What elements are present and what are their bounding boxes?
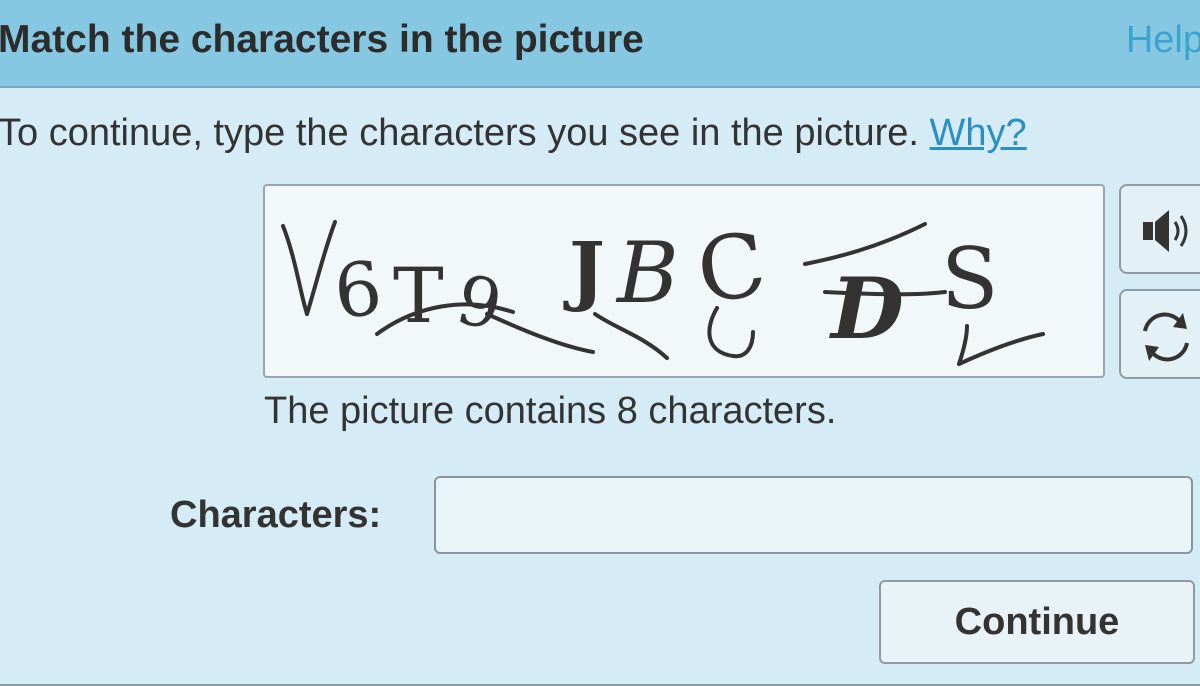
help-link[interactable]: Help [1126, 19, 1200, 62]
captcha-stroke [957, 332, 1045, 366]
captcha-glyph: J [563, 225, 605, 314]
characters-label: Characters: [170, 494, 382, 536]
speaker-icon [1143, 210, 1188, 252]
captcha-stroke [281, 224, 309, 316]
dialog-title: Match the characters in the picture [0, 18, 644, 61]
captcha-image: 6 T 9 J B C D S [263, 184, 1105, 378]
titlebar: Match the characters in the picture Help [0, 0, 1200, 88]
character-count-hint: The picture contains 8 characters. [264, 390, 837, 432]
captcha-glyph: C [691, 212, 772, 323]
captcha-drawing: 6 T 9 J B C D S [281, 212, 1045, 366]
instruction-text: To continue, type the characters you see… [0, 112, 1027, 155]
instruction-label: To continue, type the characters you see… [0, 112, 919, 154]
refresh-button[interactable] [1119, 289, 1200, 379]
captcha-glyph: D [829, 259, 904, 358]
captcha-stroke [305, 220, 337, 316]
why-link[interactable]: Why? [930, 112, 1027, 154]
captcha-glyph: 9 [450, 261, 509, 347]
captcha-dialog: Match the characters in the picture Help… [0, 0, 1200, 686]
characters-input[interactable] [434, 476, 1193, 554]
captcha-stroke [803, 222, 927, 266]
refresh-icon [1143, 312, 1189, 362]
captcha-stroke [957, 324, 969, 366]
continue-button[interactable]: Continue [879, 580, 1195, 664]
captcha-glyph: B [615, 224, 679, 322]
captcha-stroke [485, 312, 595, 354]
captcha-glyph: S [941, 230, 999, 328]
captcha-glyph: T [393, 251, 444, 340]
audio-button[interactable] [1119, 184, 1200, 274]
captcha-glyph: 6 [330, 245, 386, 335]
